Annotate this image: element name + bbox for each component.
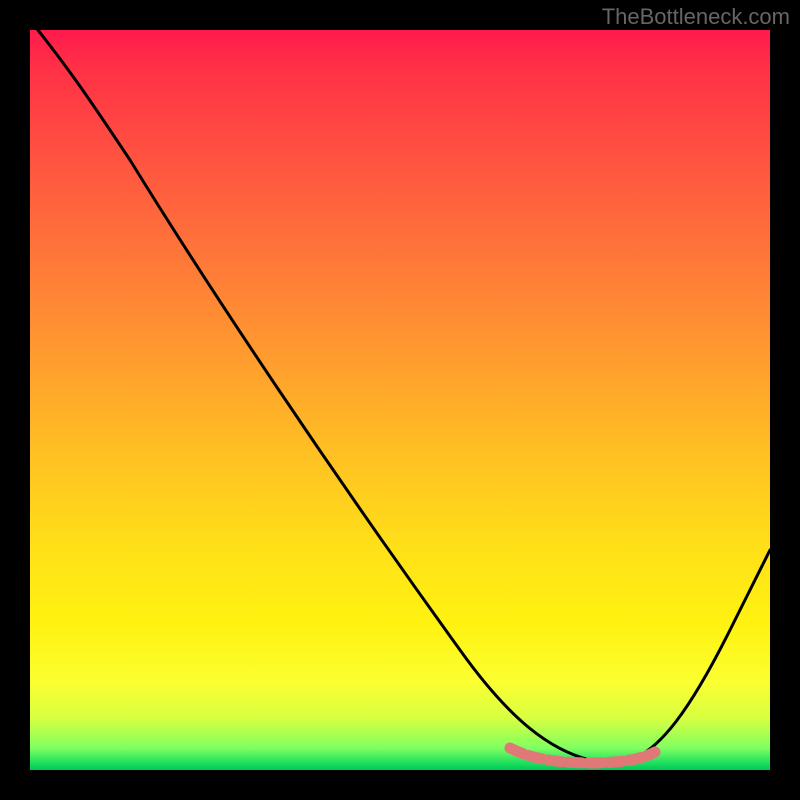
chart-svg [30, 30, 770, 770]
optimal-band-marker [510, 748, 655, 763]
plot-area [30, 30, 770, 770]
bottleneck-curve [30, 30, 770, 760]
watermark-text: TheBottleneck.com [602, 4, 790, 30]
